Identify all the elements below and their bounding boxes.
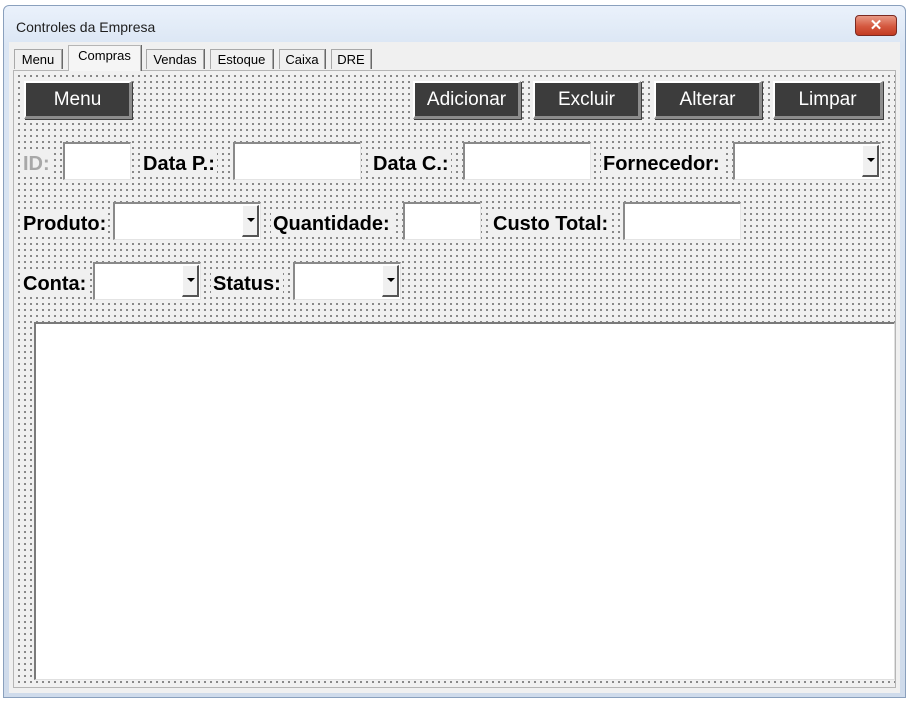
id-label: ID: bbox=[21, 152, 52, 176]
app-window: Controles da Empresa ✕ Menu Compras Vend… bbox=[3, 5, 906, 698]
compras-panel: Menu Adicionar Excluir Alterar Limpar ID… bbox=[13, 70, 896, 688]
close-icon: ✕ bbox=[869, 17, 883, 34]
status-combo[interactable] bbox=[293, 262, 401, 300]
data-p-field[interactable] bbox=[233, 142, 361, 180]
close-button[interactable]: ✕ bbox=[855, 15, 897, 36]
records-listbox[interactable] bbox=[34, 322, 895, 680]
data-p-label: Data P.: bbox=[141, 152, 217, 176]
tab-caixa[interactable]: Caixa bbox=[279, 49, 325, 69]
fornecedor-label: Fornecedor: bbox=[601, 152, 722, 176]
tab-compras[interactable]: Compras bbox=[68, 45, 141, 71]
quantidade-label: Quantidade: bbox=[271, 212, 392, 236]
menu-button[interactable]: Menu bbox=[24, 81, 132, 119]
custo-total-field[interactable] bbox=[623, 202, 741, 240]
conta-combo[interactable] bbox=[93, 262, 201, 300]
window-title: Controles da Empresa bbox=[16, 19, 156, 35]
tab-dre[interactable]: DRE bbox=[331, 49, 371, 69]
chevron-down-icon[interactable] bbox=[862, 145, 879, 177]
form-client-area: Menu Compras Vendas Estoque Caixa DRE Me… bbox=[9, 42, 900, 693]
tab-estoque[interactable]: Estoque bbox=[210, 49, 273, 69]
chevron-down-icon[interactable] bbox=[182, 265, 199, 297]
alterar-button[interactable]: Alterar bbox=[654, 81, 762, 119]
tab-vendas[interactable]: Vendas bbox=[146, 49, 204, 69]
produto-label: Produto: bbox=[21, 212, 109, 236]
excluir-button[interactable]: Excluir bbox=[533, 81, 641, 119]
produto-combo[interactable] bbox=[113, 202, 261, 240]
tab-menu[interactable]: Menu bbox=[14, 49, 62, 69]
conta-label: Conta: bbox=[21, 272, 89, 296]
data-c-field[interactable] bbox=[463, 142, 591, 180]
quantidade-field[interactable] bbox=[403, 202, 481, 240]
fornecedor-combo[interactable] bbox=[733, 142, 881, 180]
adicionar-button[interactable]: Adicionar bbox=[413, 81, 521, 119]
status-label: Status: bbox=[211, 272, 283, 296]
chevron-down-icon[interactable] bbox=[242, 205, 259, 237]
limpar-button[interactable]: Limpar bbox=[773, 81, 883, 119]
data-c-label: Data C.: bbox=[371, 152, 451, 176]
chevron-down-icon[interactable] bbox=[382, 265, 399, 297]
id-field[interactable] bbox=[63, 142, 131, 180]
custo-total-label: Custo Total: bbox=[491, 212, 611, 236]
